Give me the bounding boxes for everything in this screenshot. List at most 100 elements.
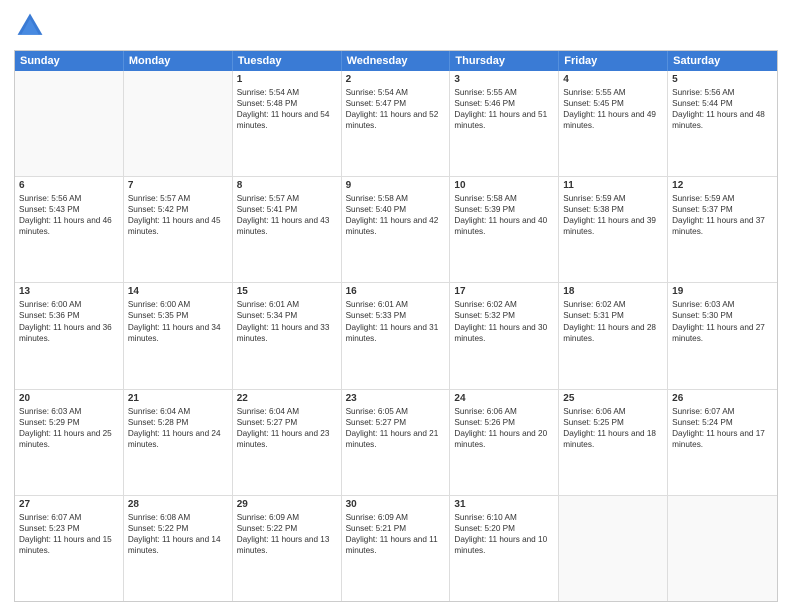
day-number: 16 [346, 286, 446, 297]
cell-info: Sunrise: 6:03 AM Sunset: 5:29 PM Dayligh… [19, 406, 119, 450]
calendar-cell: 22 Sunrise: 6:04 AM Sunset: 5:27 PM Dayli… [233, 390, 342, 495]
calendar-cell: 25 Sunrise: 6:06 AM Sunset: 5:25 PM Dayli… [559, 390, 668, 495]
day-number: 29 [237, 499, 337, 510]
weekday-header: Sunday [15, 51, 124, 71]
cell-info: Sunrise: 5:58 AM Sunset: 5:39 PM Dayligh… [454, 193, 554, 237]
calendar-cell: 13 Sunrise: 6:00 AM Sunset: 5:36 PM Dayli… [15, 283, 124, 388]
day-number: 21 [128, 393, 228, 404]
day-number: 4 [563, 74, 663, 85]
calendar-body: 1Sunrise: 5:54 AM Sunset: 5:48 PM Daylig… [15, 71, 777, 601]
page: SundayMondayTuesdayWednesdayThursdayFrid… [0, 0, 792, 612]
calendar-cell: 27 Sunrise: 6:07 AM Sunset: 5:23 PM Dayli… [15, 496, 124, 601]
day-number: 6 [19, 180, 119, 191]
calendar-cell: 8 Sunrise: 5:57 AM Sunset: 5:41 PM Daylig… [233, 177, 342, 282]
calendar-cell: 31 Sunrise: 6:10 AM Sunset: 5:20 PM Dayli… [450, 496, 559, 601]
cell-info: Sunrise: 6:07 AM Sunset: 5:23 PM Dayligh… [19, 512, 119, 556]
day-number: 28 [128, 499, 228, 510]
cell-info: Sunrise: 6:06 AM Sunset: 5:26 PM Dayligh… [454, 406, 554, 450]
day-number: 8 [237, 180, 337, 191]
day-number: 12 [672, 180, 773, 191]
calendar-cell: 21 Sunrise: 6:04 AM Sunset: 5:28 PM Dayli… [124, 390, 233, 495]
cell-info: Sunrise: 5:59 AM Sunset: 5:38 PM Dayligh… [563, 193, 663, 237]
weekday-header: Thursday [450, 51, 559, 71]
calendar-cell: 4 Sunrise: 5:55 AM Sunset: 5:45 PM Daylig… [559, 71, 668, 176]
calendar-cell: 18 Sunrise: 6:02 AM Sunset: 5:31 PM Dayli… [559, 283, 668, 388]
calendar: SundayMondayTuesdayWednesdayThursdayFrid… [14, 50, 778, 602]
cell-info: Sunrise: 5:56 AM Sunset: 5:44 PM Dayligh… [672, 87, 773, 131]
calendar-cell: 30 Sunrise: 6:09 AM Sunset: 5:21 PM Dayli… [342, 496, 451, 601]
cell-info: Sunrise: 6:03 AM Sunset: 5:30 PM Dayligh… [672, 299, 773, 343]
day-number: 13 [19, 286, 119, 297]
calendar-cell: 19 Sunrise: 6:03 AM Sunset: 5:30 PM Dayli… [668, 283, 777, 388]
day-number: 25 [563, 393, 663, 404]
cell-info: Sunrise: 5:56 AM Sunset: 5:43 PM Dayligh… [19, 193, 119, 237]
cell-info: Sunrise: 6:09 AM Sunset: 5:21 PM Dayligh… [346, 512, 446, 556]
cell-info: Sunrise: 5:54 AM Sunset: 5:47 PM Dayligh… [346, 87, 446, 131]
calendar-row: 13 Sunrise: 6:00 AM Sunset: 5:36 PM Dayli… [15, 282, 777, 388]
calendar-cell: 6 Sunrise: 5:56 AM Sunset: 5:43 PM Daylig… [15, 177, 124, 282]
day-number: 10 [454, 180, 554, 191]
calendar-cell [668, 496, 777, 601]
calendar-row: 1Sunrise: 5:54 AM Sunset: 5:48 PM Daylig… [15, 71, 777, 176]
cell-info: Sunrise: 6:04 AM Sunset: 5:28 PM Dayligh… [128, 406, 228, 450]
day-number: 24 [454, 393, 554, 404]
cell-info: Sunrise: 5:55 AM Sunset: 5:46 PM Dayligh… [454, 87, 554, 131]
logo [14, 10, 50, 42]
calendar-cell: 23Sunrise: 6:05 AM Sunset: 5:27 PM Dayli… [342, 390, 451, 495]
day-number: 30 [346, 499, 446, 510]
logo-icon [14, 10, 46, 42]
calendar-cell: 12Sunrise: 5:59 AM Sunset: 5:37 PM Dayli… [668, 177, 777, 282]
weekday-header: Tuesday [233, 51, 342, 71]
day-number: 9 [346, 180, 446, 191]
day-number: 27 [19, 499, 119, 510]
cell-info: Sunrise: 5:57 AM Sunset: 5:41 PM Dayligh… [237, 193, 337, 237]
calendar-cell [124, 71, 233, 176]
day-number: 11 [563, 180, 663, 191]
day-number: 7 [128, 180, 228, 191]
cell-info: Sunrise: 6:10 AM Sunset: 5:20 PM Dayligh… [454, 512, 554, 556]
calendar-header: SundayMondayTuesdayWednesdayThursdayFrid… [15, 51, 777, 71]
weekday-header: Friday [559, 51, 668, 71]
cell-info: Sunrise: 6:02 AM Sunset: 5:31 PM Dayligh… [563, 299, 663, 343]
day-number: 22 [237, 393, 337, 404]
calendar-cell: 10 Sunrise: 5:58 AM Sunset: 5:39 PM Dayli… [450, 177, 559, 282]
cell-info: Sunrise: 6:08 AM Sunset: 5:22 PM Dayligh… [128, 512, 228, 556]
calendar-row: 6 Sunrise: 5:56 AM Sunset: 5:43 PM Daylig… [15, 176, 777, 282]
day-number: 17 [454, 286, 554, 297]
calendar-cell: 24 Sunrise: 6:06 AM Sunset: 5:26 PM Dayli… [450, 390, 559, 495]
header [14, 10, 778, 42]
cell-info: Sunrise: 6:07 AM Sunset: 5:24 PM Dayligh… [672, 406, 773, 450]
day-number: 3 [454, 74, 554, 85]
calendar-cell: 11 Sunrise: 5:59 AM Sunset: 5:38 PM Dayli… [559, 177, 668, 282]
weekday-header: Monday [124, 51, 233, 71]
cell-info: Sunrise: 6:09 AM Sunset: 5:22 PM Dayligh… [237, 512, 337, 556]
cell-info: Sunrise: 5:55 AM Sunset: 5:45 PM Dayligh… [563, 87, 663, 131]
day-number: 26 [672, 393, 773, 404]
calendar-row: 20 Sunrise: 6:03 AM Sunset: 5:29 PM Dayli… [15, 389, 777, 495]
weekday-header: Saturday [668, 51, 777, 71]
cell-info: Sunrise: 6:02 AM Sunset: 5:32 PM Dayligh… [454, 299, 554, 343]
day-number: 15 [237, 286, 337, 297]
day-number: 31 [454, 499, 554, 510]
calendar-cell: 7Sunrise: 5:57 AM Sunset: 5:42 PM Daylig… [124, 177, 233, 282]
calendar-row: 27 Sunrise: 6:07 AM Sunset: 5:23 PM Dayli… [15, 495, 777, 601]
cell-info: Sunrise: 5:58 AM Sunset: 5:40 PM Dayligh… [346, 193, 446, 237]
day-number: 20 [19, 393, 119, 404]
calendar-cell: 17 Sunrise: 6:02 AM Sunset: 5:32 PM Dayli… [450, 283, 559, 388]
day-number: 1 [237, 74, 337, 85]
cell-info: Sunrise: 6:00 AM Sunset: 5:36 PM Dayligh… [19, 299, 119, 343]
cell-info: Sunrise: 6:01 AM Sunset: 5:33 PM Dayligh… [346, 299, 446, 343]
weekday-header: Wednesday [342, 51, 451, 71]
calendar-cell: 2Sunrise: 5:54 AM Sunset: 5:47 PM Daylig… [342, 71, 451, 176]
cell-info: Sunrise: 6:04 AM Sunset: 5:27 PM Dayligh… [237, 406, 337, 450]
calendar-cell: 16 Sunrise: 6:01 AM Sunset: 5:33 PM Dayli… [342, 283, 451, 388]
day-number: 19 [672, 286, 773, 297]
day-number: 18 [563, 286, 663, 297]
calendar-cell: 3 Sunrise: 5:55 AM Sunset: 5:46 PM Daylig… [450, 71, 559, 176]
cell-info: Sunrise: 6:06 AM Sunset: 5:25 PM Dayligh… [563, 406, 663, 450]
calendar-cell: 28 Sunrise: 6:08 AM Sunset: 5:22 PM Dayli… [124, 496, 233, 601]
cell-info: Sunrise: 6:05 AM Sunset: 5:27 PM Dayligh… [346, 406, 446, 450]
calendar-cell: 20 Sunrise: 6:03 AM Sunset: 5:29 PM Dayli… [15, 390, 124, 495]
calendar-cell: 26 Sunrise: 6:07 AM Sunset: 5:24 PM Dayli… [668, 390, 777, 495]
calendar-cell [559, 496, 668, 601]
